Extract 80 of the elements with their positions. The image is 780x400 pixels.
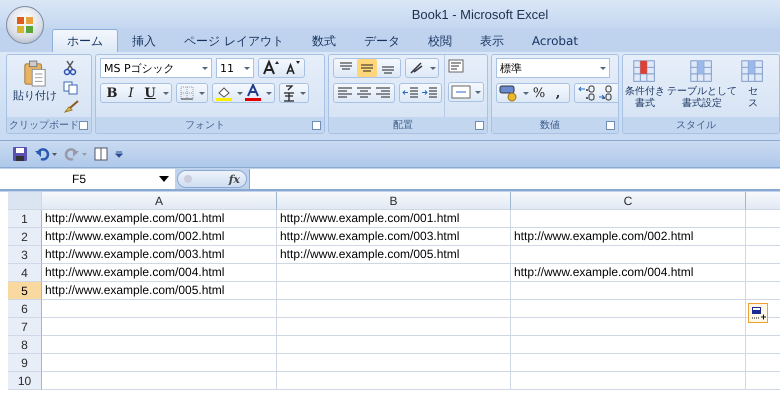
ribbon-tab[interactable]: Acrobat <box>518 30 592 52</box>
border-icon[interactable] <box>179 85 195 101</box>
wrap-text-icon[interactable] <box>448 58 466 74</box>
column-header[interactable]: C <box>511 192 746 210</box>
group-label: 配置 <box>393 118 413 132</box>
group-label: フォント <box>185 119 225 132</box>
phonetic-icon[interactable] <box>282 84 296 102</box>
row-header[interactable]: 5 <box>8 282 42 300</box>
ribbon-tab[interactable]: 校閲 <box>414 30 466 52</box>
ribbon-tab[interactable]: ページ レイアウト <box>170 30 298 52</box>
horizontal-align-icon[interactable] <box>355 86 373 100</box>
row-header[interactable]: 6 <box>8 300 42 318</box>
column-header[interactable]: A <box>42 192 277 210</box>
grow-font-icon[interactable] <box>261 59 281 77</box>
row-header[interactable]: 1 <box>8 210 42 228</box>
row-header[interactable]: 10 <box>8 372 42 390</box>
dialog-launcher-icon[interactable] <box>312 120 321 130</box>
table-cell: http://www.example.com/002.html <box>511 228 746 246</box>
table-cell: http://www.example.com/001.html <box>42 210 277 228</box>
row-header[interactable]: 2 <box>8 228 42 246</box>
table-cell: http://www.example.com/005.html <box>42 282 277 300</box>
paste-options-icon[interactable] <box>748 303 768 323</box>
row-header[interactable]: 4 <box>8 264 42 282</box>
group-label: クリップボード <box>9 118 79 132</box>
increase-indent-icon[interactable] <box>421 86 439 100</box>
dialog-launcher-icon[interactable] <box>606 120 615 130</box>
ribbon-tab[interactable]: 表示 <box>466 30 518 52</box>
group-label: 数値 <box>540 119 560 132</box>
ribbon-tab[interactable]: 数式 <box>298 30 350 52</box>
percent-button[interactable]: % <box>530 86 548 100</box>
increase-decimal-icon[interactable] <box>577 84 597 102</box>
paste-button[interactable]: 貼り付け <box>11 58 59 103</box>
table-cell: http://www.example.com/005.html <box>277 246 511 264</box>
scissors-icon[interactable] <box>63 60 77 76</box>
window-title: Book1 - Microsoft Excel <box>410 6 548 22</box>
table-cell: http://www.example.com/004.html <box>511 264 746 282</box>
customize-toolbar-icon[interactable] <box>114 149 124 159</box>
vertical-align-icon[interactable] <box>357 59 377 77</box>
italic-button[interactable]: I <box>122 86 140 100</box>
horizontal-align-icon[interactable] <box>374 86 392 100</box>
row-header[interactable]: 8 <box>8 336 42 354</box>
undo-icon[interactable] <box>34 146 58 162</box>
insert-function-button[interactable]: fx <box>177 170 247 188</box>
number-format-dropdown[interactable]: 標準 <box>496 58 610 78</box>
column-header[interactable]: B <box>277 192 511 210</box>
currency-icon[interactable] <box>499 84 519 102</box>
font-size-dropdown[interactable]: 11 <box>216 58 254 78</box>
style-button[interactable]: セ ス <box>739 58 767 110</box>
font-name-dropdown[interactable]: MS Pゴシック <box>100 58 212 78</box>
table-cell: http://www.example.com/003.html <box>277 228 511 246</box>
table-cell: http://www.example.com/003.html <box>42 246 277 264</box>
row-header[interactable]: 7 <box>8 318 42 336</box>
clipboard-icon <box>23 60 47 88</box>
copy-icon[interactable] <box>63 81 79 95</box>
merge-cells-icon[interactable] <box>451 85 471 99</box>
dialog-launcher-icon[interactable] <box>79 120 88 130</box>
style-button[interactable]: テーブルとして 書式設定 <box>667 58 737 110</box>
name-box[interactable]: F5 <box>0 169 175 189</box>
row-header[interactable]: 9 <box>8 354 42 372</box>
table-cell: http://www.example.com/002.html <box>42 228 277 246</box>
table-cell: http://www.example.com/001.html <box>277 210 511 228</box>
comma-button[interactable]: , <box>549 86 567 100</box>
row-header[interactable]: 3 <box>8 246 42 264</box>
underline-button[interactable]: U <box>141 86 159 100</box>
formula-field[interactable] <box>249 169 780 189</box>
ribbon-tab[interactable]: ホーム <box>52 29 118 52</box>
font-color-icon[interactable] <box>244 84 262 102</box>
bold-button[interactable]: B <box>103 86 121 100</box>
decrease-indent-icon[interactable] <box>402 86 420 100</box>
ribbon-tab[interactable]: 挿入 <box>118 30 170 52</box>
office-logo-icon <box>15 15 35 35</box>
book-icon[interactable] <box>94 147 108 161</box>
horizontal-align-icon[interactable] <box>336 86 354 100</box>
brush-icon[interactable] <box>63 100 79 114</box>
style-button[interactable]: 条件付き 書式 <box>625 58 665 110</box>
group-label: スタイル <box>676 119 716 132</box>
dialog-launcher-icon[interactable] <box>475 120 484 130</box>
ribbon-tab[interactable]: データ <box>350 30 414 52</box>
save-icon[interactable] <box>12 146 28 162</box>
table-cell: http://www.example.com/004.html <box>42 264 277 282</box>
